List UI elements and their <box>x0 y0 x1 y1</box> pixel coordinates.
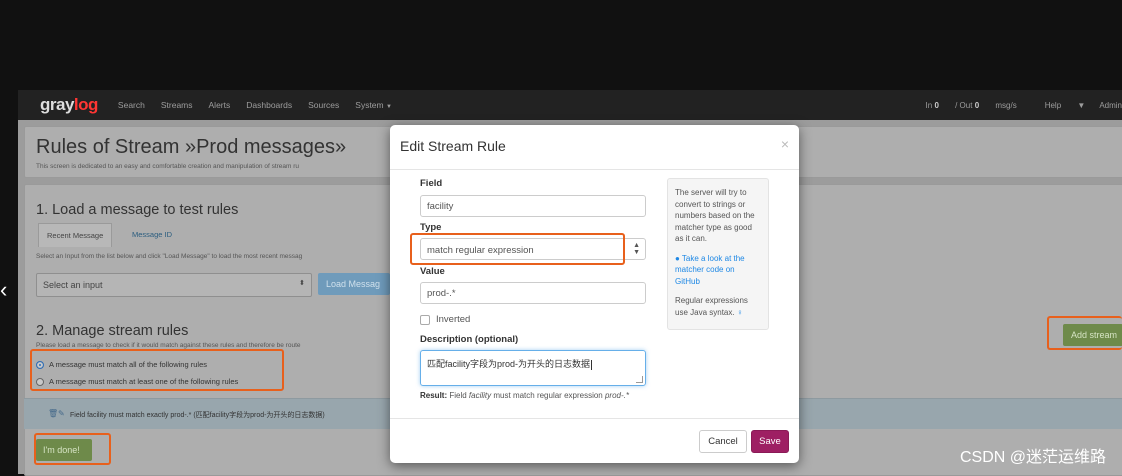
throughput-indicator[interactable]: In 0 / Out 0 msg/s <box>912 101 1017 110</box>
result-text-b: must match regular expression <box>491 391 605 400</box>
edit-rule-icon[interactable]: ✎ <box>58 409 65 418</box>
help-box: The server will try to convert to string… <box>667 178 769 330</box>
section-load-message-title: 1. Load a message to test rules <box>36 202 239 218</box>
description-label: Description (optional) <box>420 334 519 345</box>
description-textarea[interactable]: 匹配facility字段为prod-为开头的日志数据 <box>420 350 646 386</box>
result-text-a: Field <box>447 391 469 400</box>
value-input[interactable]: prod-.* <box>420 282 646 304</box>
annotation-box-type <box>410 233 625 265</box>
throughput-suffix: msg/s <box>993 100 1017 110</box>
edit-stream-rule-modal: Edit Stream Rule × Field facility Type m… <box>390 125 799 463</box>
logo-text: gray <box>40 95 74 114</box>
annotation-box-done <box>34 433 111 465</box>
annotation-box-radios <box>30 349 284 391</box>
tab-message-id[interactable]: Message ID <box>124 223 180 246</box>
nav-streams[interactable]: Streams <box>161 100 193 110</box>
nav-system[interactable]: System ▼ <box>355 100 392 110</box>
modal-footer: Cancel Save <box>390 418 799 464</box>
inverted-checkbox[interactable] <box>420 314 430 325</box>
page-title: Rules of Stream »Prod messages» <box>36 136 347 158</box>
type-label: Type <box>420 222 442 233</box>
select-arrows-icon: ⬍ <box>299 280 305 287</box>
annotation-box-add-stream <box>1047 316 1122 350</box>
caret-down-icon: ▼ <box>386 104 392 110</box>
delete-rule-icon[interactable]: 🗑 <box>48 409 58 418</box>
resize-handle-icon[interactable] <box>636 376 643 383</box>
nav-system-label: System <box>355 100 384 110</box>
cancel-button[interactable]: Cancel <box>699 430 747 453</box>
github-icon: ● <box>675 253 680 263</box>
select-arrows-icon: ▲ ▼ <box>633 242 640 256</box>
load-message-button[interactable]: Load Messag <box>318 273 390 295</box>
nav-help-label: Help <box>1044 100 1062 110</box>
save-button[interactable]: Save <box>751 430 789 453</box>
load-message-label: Load Messag <box>326 279 381 289</box>
caret-down-icon: ▼ <box>1077 100 1086 110</box>
navbar-right: In 0 / Out 0 msg/s Help ▼ Admin <box>898 90 1122 120</box>
text-cursor <box>591 359 593 370</box>
nav-alerts[interactable]: Alerts <box>209 100 231 110</box>
section-manage-rules-title: 2. Manage stream rules <box>36 323 189 339</box>
help-text-conversion: The server will try to convert to string… <box>675 188 755 243</box>
nav-user[interactable]: Admin <box>1099 101 1122 110</box>
select-input-dropdown[interactable]: Select an input ⬍ <box>36 273 312 297</box>
result-preview: Result: Field facility must match regula… <box>420 391 629 400</box>
inverted-option[interactable]: Inverted <box>420 314 470 325</box>
result-value: prod-.* <box>604 391 629 400</box>
result-label: Result: <box>420 391 448 400</box>
nav-dashboards[interactable]: Dashboards <box>246 100 292 110</box>
graylog-logo[interactable]: graylog <box>40 95 98 115</box>
nav-search[interactable]: Search <box>118 100 145 110</box>
description-value: 匹配facility字段为prod-为开头的日志数据 <box>427 359 591 369</box>
page-subtitle: This screen is dedicated to an easy and … <box>36 163 300 170</box>
field-label: Field <box>420 178 443 189</box>
rule-description: Field facility must match exactly prod-.… <box>70 412 325 419</box>
nav-help[interactable]: Help ▼ <box>1031 101 1086 110</box>
logo-text-highlight: log <box>73 95 99 114</box>
value-label: Value <box>420 266 445 277</box>
throughput-mid: / Out <box>952 100 975 110</box>
lightbulb-icon: ♀ <box>736 307 743 317</box>
load-message-help: Select an Input from the list below and … <box>36 253 303 260</box>
modal-title: Edit Stream Rule <box>400 138 506 154</box>
watermark-text: CSDN @迷茫运维路 <box>959 449 1106 466</box>
top-navbar: graylog Search Streams Alerts Dashboards… <box>18 90 1122 120</box>
select-input-value: Select an input <box>43 280 103 290</box>
close-icon[interactable]: × <box>781 136 789 152</box>
modal-header: Edit Stream Rule × <box>390 125 799 170</box>
manage-rules-help: Please load a message to check if it wou… <box>36 342 301 349</box>
inverted-label: Inverted <box>436 314 471 325</box>
chevron-left-icon[interactable]: ‹ <box>0 279 7 301</box>
tab-recent-message[interactable]: Recent Message <box>38 223 113 247</box>
field-input[interactable]: facility <box>420 195 646 217</box>
nav-sources[interactable]: Sources <box>308 100 339 110</box>
throughput-in: 0 <box>934 100 939 110</box>
github-matcher-link[interactable]: Take a look at the matcher code on GitHu… <box>675 254 745 286</box>
throughput-out: 0 <box>974 100 980 110</box>
result-field: facility <box>468 391 492 400</box>
